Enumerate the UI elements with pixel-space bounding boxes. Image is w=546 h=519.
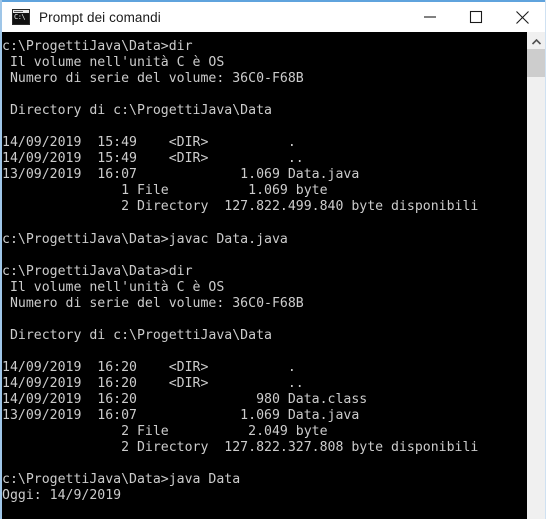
window-controls [407, 2, 545, 32]
maximize-icon [469, 10, 483, 24]
scrollbar-track[interactable] [527, 77, 545, 519]
scrollbar-up-button[interactable] [527, 32, 545, 49]
title-bar[interactable]: C:\ Prompt dei comandi [2, 2, 545, 32]
close-icon [515, 10, 530, 25]
chevron-up-icon [531, 32, 541, 50]
close-button[interactable] [499, 2, 545, 32]
console-output-area[interactable]: c:\ProgettiJava\Data>dir Il volume nell'… [2, 32, 527, 519]
cmd-console-icon-text: C:\ [14, 13, 26, 21]
vertical-scrollbar[interactable] [527, 32, 545, 519]
command-prompt-window: C:\ Prompt dei comandi c:\ProgettiJava\D… [0, 0, 546, 519]
window-title: Prompt dei comandi [39, 9, 161, 25]
minimize-icon [423, 10, 437, 24]
minimize-button[interactable] [407, 2, 453, 32]
cmd-console-icon: C:\ [12, 9, 30, 25]
scrollbar-thumb[interactable] [527, 49, 545, 77]
console-text: c:\ProgettiJava\Data>dir Il volume nell'… [2, 39, 479, 504]
maximize-button[interactable] [453, 2, 499, 32]
